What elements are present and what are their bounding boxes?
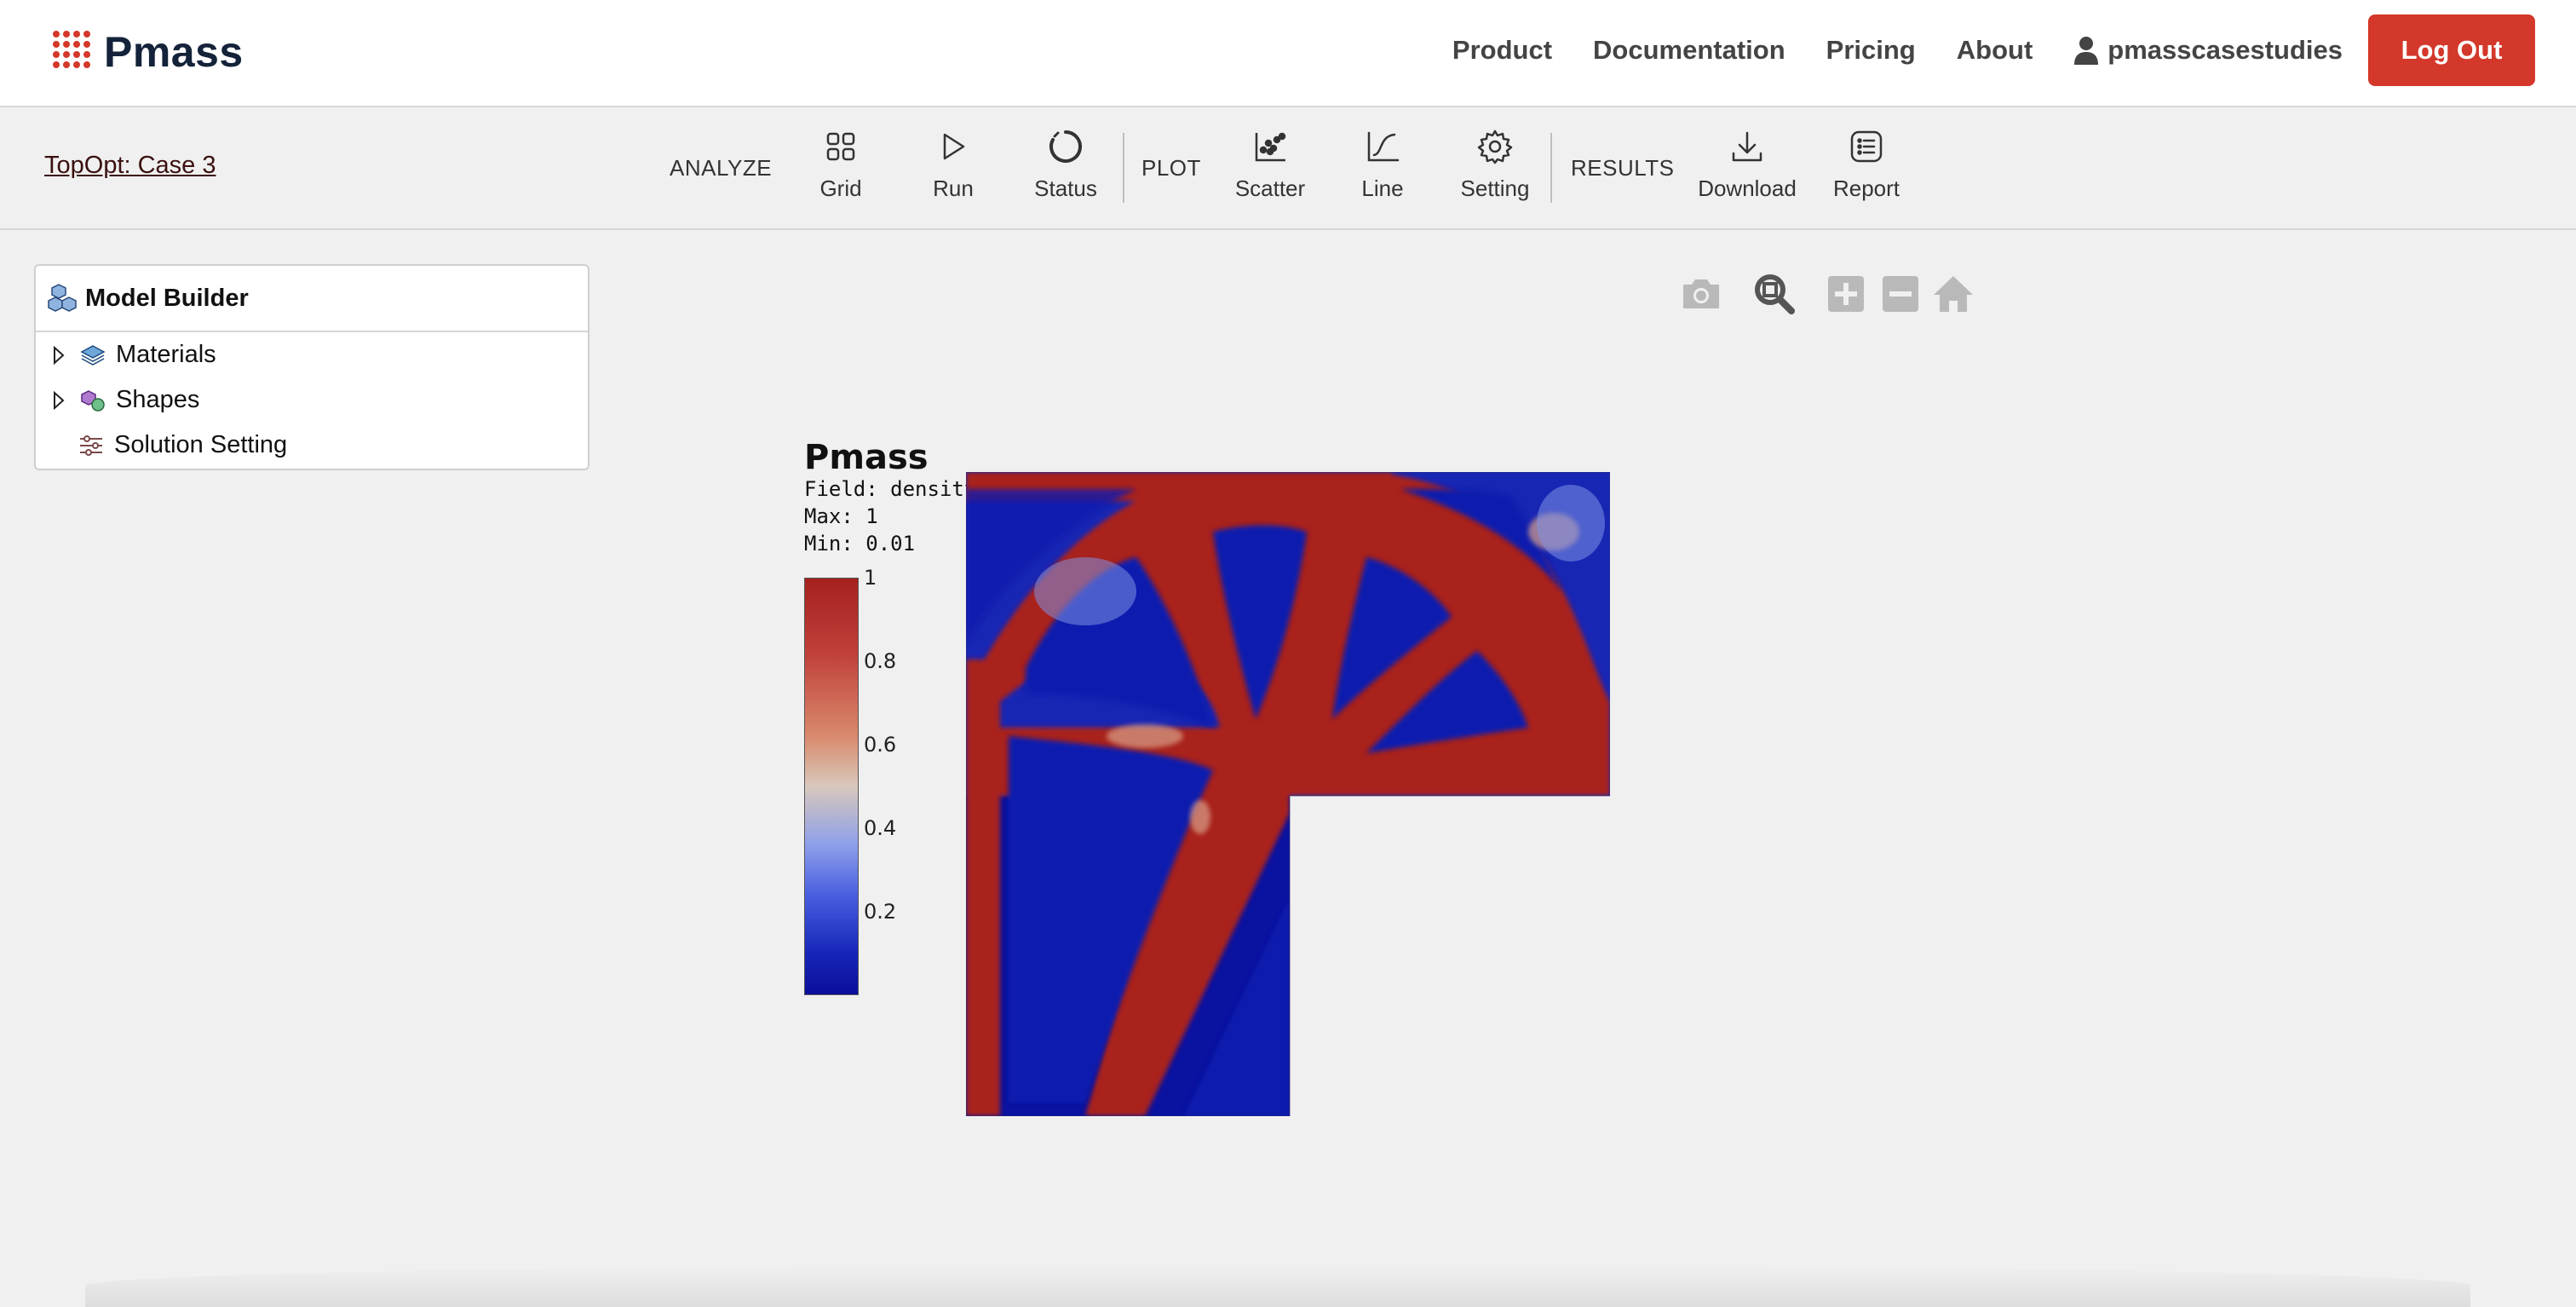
- tree-item-solution-setting[interactable]: Solution Setting: [36, 423, 588, 468]
- colorbar-tick: 0.6: [864, 733, 897, 757]
- colorbar-tick: 1: [864, 566, 877, 590]
- cubes-icon: [48, 284, 77, 312]
- setting-button[interactable]: Setting: [1448, 128, 1542, 213]
- report-label: Report: [1832, 176, 1900, 201]
- nav-about[interactable]: About: [1957, 35, 2033, 66]
- toolbar-divider: [1123, 133, 1124, 203]
- top-navbar: Pmass Product Documentation Pricing Abou…: [0, 0, 2576, 107]
- tree-item-materials[interactable]: Materials: [36, 332, 588, 377]
- status-button[interactable]: Status: [1019, 128, 1113, 213]
- plot-max-label: Max: 1: [804, 504, 878, 528]
- plot-section-label: PLOT: [1141, 155, 1201, 181]
- nav-documentation[interactable]: Documentation: [1593, 35, 1785, 66]
- main-nav: Product Documentation Pricing About pmas…: [1452, 14, 2535, 87]
- download-label: Download: [1698, 176, 1797, 201]
- logo-dots-icon: [53, 31, 90, 68]
- model-builder-title: Model Builder: [85, 284, 249, 312]
- nav-pricing[interactable]: Pricing: [1826, 35, 1916, 66]
- grid-button[interactable]: Grid: [794, 128, 888, 213]
- scatter-icon: [1255, 132, 1286, 162]
- model-builder-header: Model Builder: [36, 266, 588, 332]
- colorbar-tick: 0.4: [864, 816, 897, 840]
- line-chart-icon: [1367, 131, 1400, 162]
- density-field-plot[interactable]: [966, 472, 1610, 1116]
- tree-label-solution-setting: Solution Setting: [114, 431, 288, 458]
- loading-circle-icon: [1049, 130, 1082, 163]
- sliders-icon: [80, 435, 102, 456]
- case-title-link[interactable]: TopOpt: Case 3: [44, 152, 216, 180]
- colorbar-tick: 0.2: [864, 900, 897, 924]
- user-menu[interactable]: pmasscasestudies: [2073, 35, 2343, 66]
- status-label: Status: [1034, 176, 1097, 201]
- zoom-box-icon[interactable]: [1751, 271, 1797, 317]
- report-list-icon: [1850, 130, 1883, 163]
- run-button[interactable]: Run: [906, 128, 1000, 213]
- analyze-section-label: ANALYZE: [670, 155, 773, 181]
- results-section-label: RESULTS: [1571, 155, 1675, 181]
- line-button[interactable]: Line: [1336, 128, 1429, 213]
- scatter-button[interactable]: Scatter: [1223, 128, 1317, 213]
- chevron-right-icon[interactable]: [49, 345, 68, 365]
- gear-icon: [1477, 130, 1513, 164]
- plot-title: Pmass: [804, 438, 929, 477]
- logout-button[interactable]: Log Out: [2368, 14, 2535, 86]
- model-builder-panel: Model Builder Materials Shapes Solution …: [34, 264, 589, 470]
- tree-label-materials: Materials: [116, 341, 216, 368]
- camera-icon[interactable]: [1678, 271, 1724, 317]
- material-layers-icon: [80, 344, 106, 366]
- brand-logo[interactable]: Pmass: [51, 24, 244, 80]
- colorbar: [804, 578, 859, 995]
- project-toolbar: TopOpt: Case 3 ANALYZE Grid Run Status P…: [0, 107, 2576, 230]
- shapes-icon: [81, 389, 105, 412]
- download-icon: [1732, 131, 1762, 162]
- grid-icon: [826, 132, 855, 161]
- home-icon[interactable]: [1930, 271, 1976, 317]
- zoom-in-icon[interactable]: [1823, 271, 1869, 317]
- plot-min-label: Min: 0.01: [804, 532, 916, 556]
- nav-product[interactable]: Product: [1452, 35, 1552, 66]
- username: pmasscasestudies: [2107, 35, 2343, 65]
- grid-label: Grid: [819, 176, 862, 201]
- footer-shadow: [85, 1264, 2470, 1307]
- run-label: Run: [933, 176, 974, 201]
- chevron-right-icon[interactable]: [49, 390, 68, 410]
- play-icon: [943, 133, 965, 160]
- user-icon: [2074, 37, 2099, 65]
- line-label: Line: [1361, 176, 1404, 201]
- scatter-label: Scatter: [1234, 176, 1306, 201]
- download-button[interactable]: Download: [1698, 128, 1797, 213]
- report-button[interactable]: Report: [1820, 128, 1913, 213]
- colorbar-tick: 0.8: [864, 649, 897, 673]
- setting-label: Setting: [1460, 176, 1530, 201]
- toolbar-divider: [1550, 133, 1552, 203]
- tree-label-shapes: Shapes: [116, 386, 200, 413]
- brand-name: Pmass: [104, 28, 244, 76]
- tree-item-shapes[interactable]: Shapes: [36, 377, 588, 423]
- zoom-out-icon[interactable]: [1877, 271, 1923, 317]
